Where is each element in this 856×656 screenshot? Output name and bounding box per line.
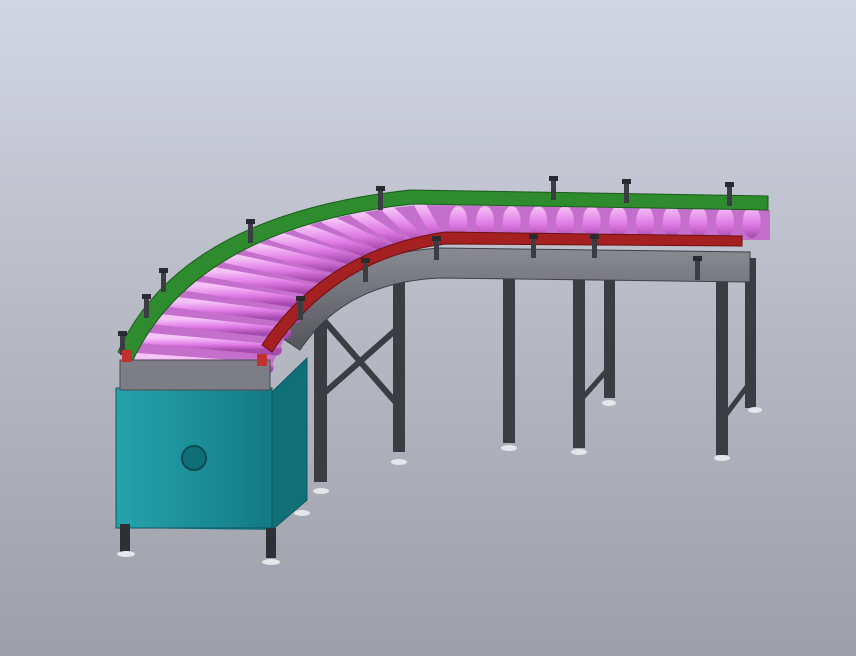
rail-post-cap xyxy=(296,296,305,301)
leg xyxy=(714,270,730,461)
rail-post-cap xyxy=(159,268,168,273)
leg xyxy=(571,268,587,455)
rail-post-cap xyxy=(590,234,599,239)
rail-post-cap xyxy=(118,331,127,336)
rail-post xyxy=(592,238,597,258)
roller xyxy=(582,206,601,238)
rail-post-cap xyxy=(725,182,734,187)
rail-post xyxy=(434,240,439,260)
roller xyxy=(662,206,681,238)
leg xyxy=(391,282,407,465)
rail-post-cap xyxy=(361,258,370,263)
rail-post xyxy=(248,223,253,243)
rail-post xyxy=(378,190,383,210)
cad-viewport xyxy=(0,0,856,656)
rail-post-cap xyxy=(622,179,631,184)
rail-post xyxy=(695,260,700,280)
rail-post-cap xyxy=(246,219,255,224)
roller xyxy=(742,206,761,238)
leg xyxy=(501,268,517,451)
rail-post xyxy=(551,180,556,200)
rail-post xyxy=(144,298,149,318)
leg xyxy=(602,268,616,406)
rail-post xyxy=(161,272,166,292)
rail-post xyxy=(363,262,368,282)
roller xyxy=(689,206,708,238)
rail-post-cap xyxy=(432,236,441,241)
rail-post-cap xyxy=(549,176,558,181)
rail-post xyxy=(624,183,629,203)
rail-post-cap xyxy=(376,186,385,191)
rail-post-cap xyxy=(142,294,151,299)
roller xyxy=(716,206,734,238)
rail-post xyxy=(298,300,303,320)
conveyor-illustration xyxy=(115,176,770,565)
drive-box xyxy=(115,350,310,565)
roller xyxy=(636,206,654,238)
rail-post-cap xyxy=(693,256,702,261)
rail-post xyxy=(727,186,732,206)
rail-post xyxy=(531,238,536,258)
roller xyxy=(609,206,628,238)
rail-post-cap xyxy=(529,234,538,239)
support-legs xyxy=(313,258,762,494)
